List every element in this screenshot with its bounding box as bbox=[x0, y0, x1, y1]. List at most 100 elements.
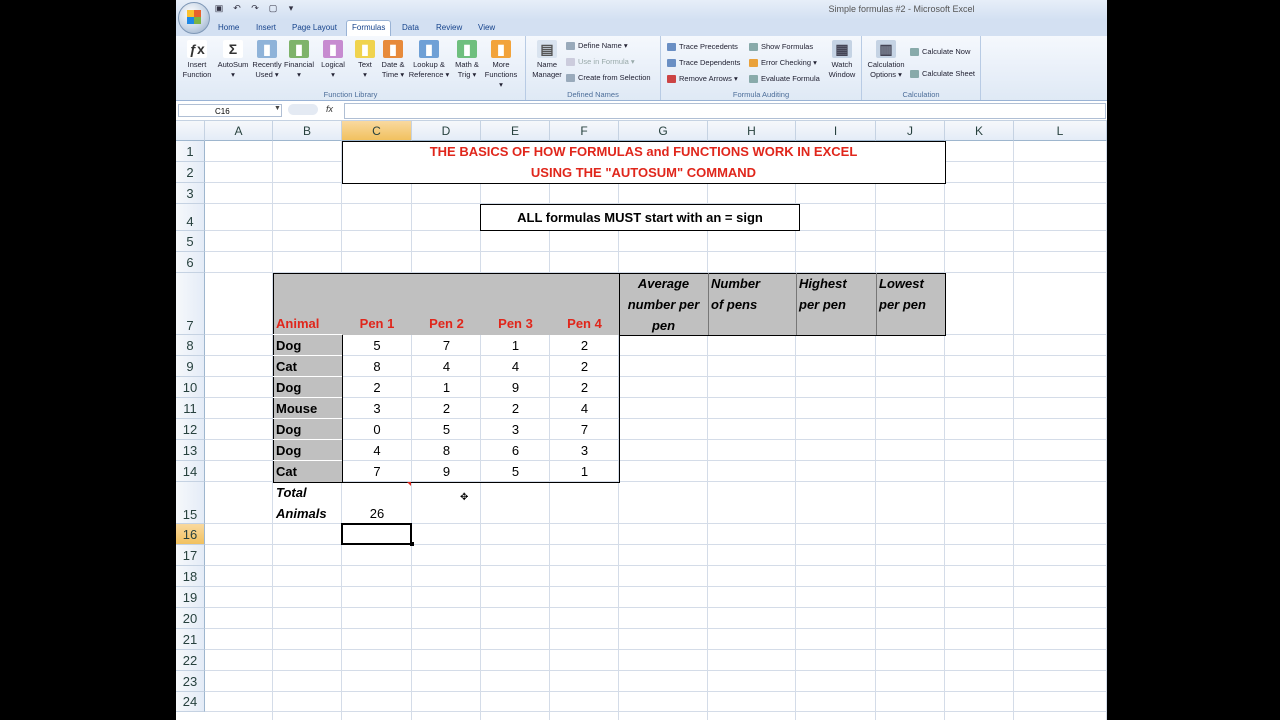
function-button-3[interactable]: ▮ Financial ▾ bbox=[282, 40, 316, 80]
evaluate-formula-button[interactable]: Evaluate Formula bbox=[749, 74, 820, 84]
value-cell[interactable]: 1 bbox=[481, 338, 550, 353]
value-cell[interactable]: 5 bbox=[412, 422, 481, 437]
show-formulas-button[interactable]: Show Formulas bbox=[749, 42, 813, 52]
row-header-14[interactable]: 14 bbox=[176, 461, 205, 482]
row-header-18[interactable]: 18 bbox=[176, 566, 205, 587]
column-header-b[interactable]: B bbox=[273, 121, 342, 141]
value-cell[interactable]: 1 bbox=[550, 464, 619, 479]
column-header-i[interactable]: I bbox=[796, 121, 876, 141]
row-header-16[interactable]: 16 bbox=[176, 524, 205, 545]
row-header-23[interactable]: 23 bbox=[176, 671, 205, 692]
insert-function-icon[interactable]: fx bbox=[326, 104, 333, 114]
function-button-9[interactable]: ▮ More Functions ▾ bbox=[484, 40, 518, 90]
value-cell[interactable]: 5 bbox=[342, 338, 412, 353]
create-from-selection-button[interactable]: Create from Selection bbox=[566, 73, 651, 83]
value-cell[interactable]: 4 bbox=[342, 443, 412, 458]
tab-insert[interactable]: Insert bbox=[256, 23, 276, 32]
active-cell[interactable] bbox=[341, 523, 412, 545]
row-header-10[interactable]: 10 bbox=[176, 377, 205, 398]
row-header-1[interactable]: 1 bbox=[176, 141, 205, 162]
function-button-1[interactable]: Σ AutoSum ▾ bbox=[216, 40, 250, 80]
value-cell[interactable]: 4 bbox=[481, 359, 550, 374]
calculation-options-button[interactable]: ▥ Calculation Options ▾ bbox=[864, 40, 908, 80]
value-cell[interactable]: 2 bbox=[481, 401, 550, 416]
function-button-0[interactable]: ƒx Insert Function bbox=[180, 40, 214, 80]
column-header-d[interactable]: D bbox=[412, 121, 481, 141]
row-header-8[interactable]: 8 bbox=[176, 335, 205, 356]
value-cell[interactable]: 2 bbox=[550, 380, 619, 395]
value-cell[interactable]: 2 bbox=[412, 401, 481, 416]
column-header-a[interactable]: A bbox=[205, 121, 273, 141]
row-header-19[interactable]: 19 bbox=[176, 587, 205, 608]
name-box-dropdown-icon[interactable]: ▼ bbox=[274, 105, 281, 112]
value-cell[interactable]: 0 bbox=[342, 422, 412, 437]
worksheet-grid[interactable]: A B C D E F G H I J K L 1 2 3 4 5 6 7 8 9 10 11 12 13 14 15 16 17 18 1… bbox=[176, 121, 1107, 720]
row-header-15[interactable]: 15 bbox=[176, 482, 205, 524]
function-button-4[interactable]: ▮ Logical ▾ bbox=[316, 40, 350, 80]
row-header-21[interactable]: 21 bbox=[176, 629, 205, 650]
value-cell[interactable]: 9 bbox=[481, 380, 550, 395]
row-header-13[interactable]: 13 bbox=[176, 440, 205, 461]
value-cell[interactable]: 5 bbox=[481, 464, 550, 479]
row-header-20[interactable]: 20 bbox=[176, 608, 205, 629]
calculate-sheet-button[interactable]: Calculate Sheet bbox=[910, 69, 975, 79]
error-checking-button[interactable]: Error Checking ▾ bbox=[749, 58, 817, 68]
value-cell[interactable]: 1 bbox=[412, 380, 481, 395]
column-header-j[interactable]: J bbox=[876, 121, 945, 141]
remove-arrows-button[interactable]: Remove Arrows ▾ bbox=[667, 74, 738, 84]
value-cell[interactable]: 8 bbox=[342, 359, 412, 374]
value-cell[interactable]: 3 bbox=[342, 401, 412, 416]
column-header-h[interactable]: H bbox=[708, 121, 796, 141]
value-cell[interactable]: 7 bbox=[550, 422, 619, 437]
function-button-8[interactable]: ▮ Math & Trig ▾ bbox=[450, 40, 484, 80]
use-in-formula-button[interactable]: Use in Formula ▾ bbox=[566, 57, 635, 67]
column-header-f[interactable]: F bbox=[550, 121, 619, 141]
value-cell[interactable]: 3 bbox=[481, 422, 550, 437]
column-header-g[interactable]: G bbox=[619, 121, 708, 141]
row-header-11[interactable]: 11 bbox=[176, 398, 205, 419]
tab-view[interactable]: View bbox=[478, 23, 495, 32]
value-cell[interactable]: 6 bbox=[481, 443, 550, 458]
row-header-17[interactable]: 17 bbox=[176, 545, 205, 566]
total-value-cell[interactable]: 26 bbox=[342, 506, 412, 521]
column-header-l[interactable]: L bbox=[1014, 121, 1107, 141]
tab-data[interactable]: Data bbox=[402, 23, 419, 32]
value-cell[interactable]: 7 bbox=[412, 338, 481, 353]
value-cell[interactable]: 2 bbox=[550, 359, 619, 374]
function-button-7[interactable]: ▮ Lookup & Reference ▾ bbox=[408, 40, 450, 80]
row-header-7[interactable]: 7 bbox=[176, 273, 205, 335]
function-button-2[interactable]: ▮ Recently Used ▾ bbox=[250, 40, 284, 80]
function-button-6[interactable]: ▮ Date & Time ▾ bbox=[376, 40, 410, 80]
value-cell[interactable]: 9 bbox=[412, 464, 481, 479]
trace-dependents-button[interactable]: Trace Dependents bbox=[667, 58, 740, 68]
define-name-button[interactable]: Define Name ▾ bbox=[566, 41, 628, 51]
value-cell[interactable]: 4 bbox=[412, 359, 481, 374]
column-header-k[interactable]: K bbox=[945, 121, 1014, 141]
value-cell[interactable]: 8 bbox=[412, 443, 481, 458]
row-header-22[interactable]: 22 bbox=[176, 650, 205, 671]
formula-input[interactable] bbox=[344, 103, 1106, 119]
column-header-e[interactable]: E bbox=[481, 121, 550, 141]
value-cell[interactable]: 3 bbox=[550, 443, 619, 458]
row-header-5[interactable]: 5 bbox=[176, 231, 205, 252]
value-cell[interactable]: 2 bbox=[550, 338, 619, 353]
row-header-3[interactable]: 3 bbox=[176, 183, 205, 204]
tab-page-layout[interactable]: Page Layout bbox=[292, 23, 337, 32]
name-box[interactable]: C16 bbox=[178, 104, 282, 117]
value-cell[interactable]: 2 bbox=[342, 380, 412, 395]
trace-precedents-button[interactable]: Trace Precedents bbox=[667, 42, 738, 52]
office-button[interactable] bbox=[178, 2, 210, 34]
select-all-corner[interactable] bbox=[176, 121, 205, 141]
formula-bar-handle[interactable] bbox=[288, 104, 318, 115]
row-header-12[interactable]: 12 bbox=[176, 419, 205, 440]
value-cell[interactable]: 4 bbox=[550, 401, 619, 416]
name-manager-button[interactable]: ▤ Name Manager bbox=[530, 40, 564, 80]
fill-handle[interactable] bbox=[410, 542, 414, 546]
tab-review[interactable]: Review bbox=[436, 23, 462, 32]
value-cell[interactable]: 7 bbox=[342, 464, 412, 479]
row-header-24[interactable]: 24 bbox=[176, 692, 205, 712]
tab-home[interactable]: Home bbox=[218, 23, 239, 32]
row-header-9[interactable]: 9 bbox=[176, 356, 205, 377]
row-header-4[interactable]: 4 bbox=[176, 204, 205, 231]
calculate-now-button[interactable]: Calculate Now bbox=[910, 47, 970, 57]
